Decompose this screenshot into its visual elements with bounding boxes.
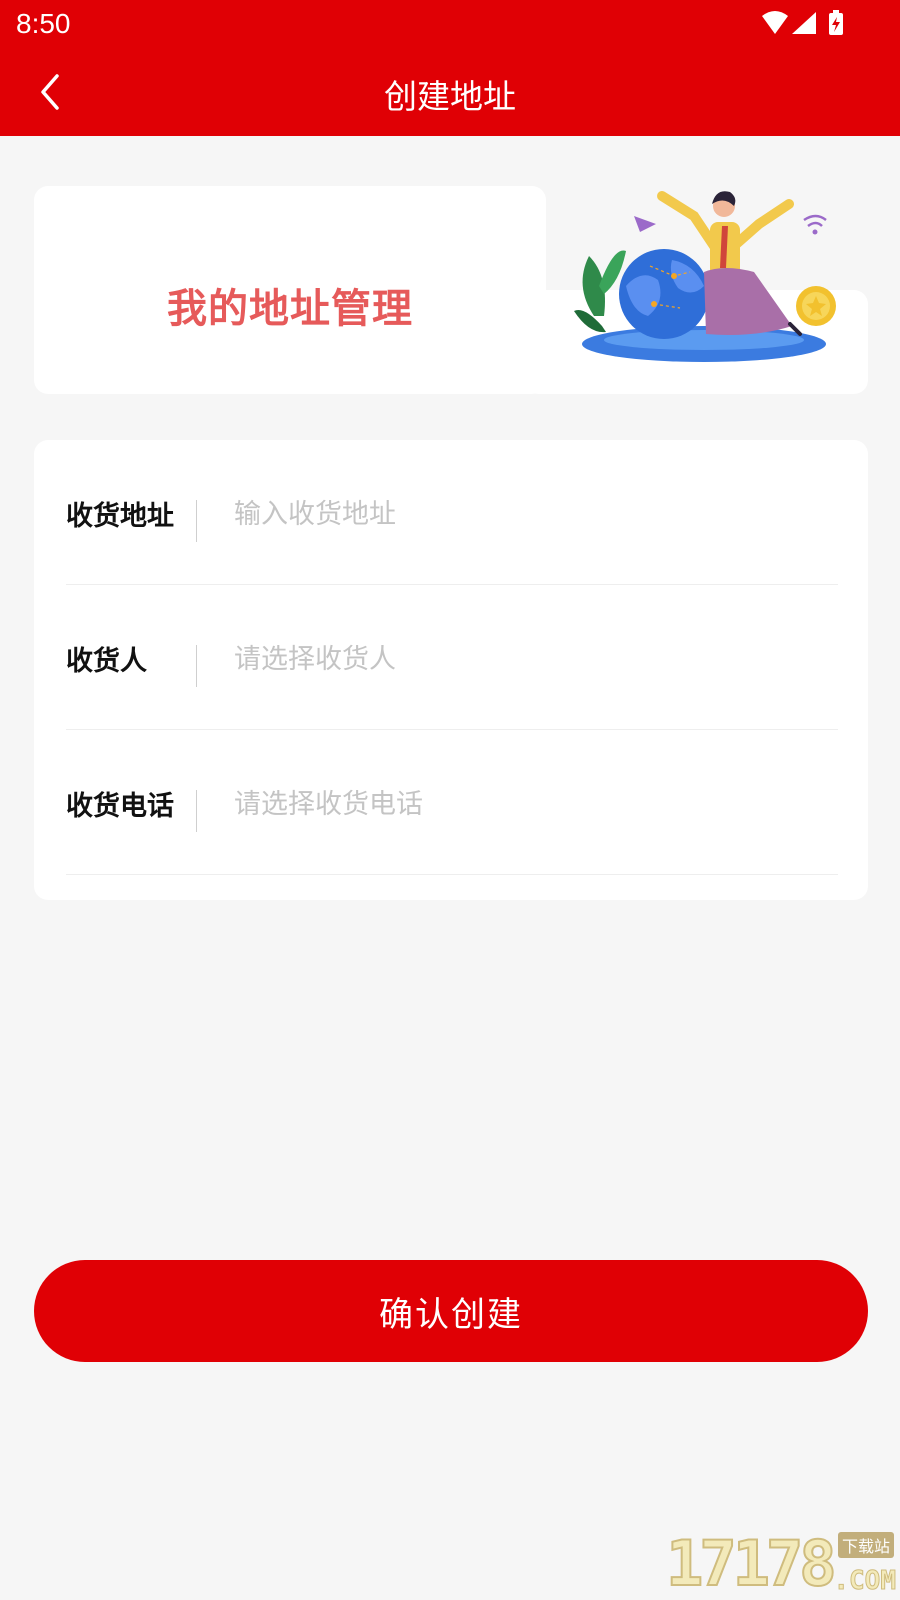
address-label: 收货地址 (66, 501, 174, 532)
phone-label: 收货电话 (66, 791, 174, 822)
recipient-input[interactable] (234, 637, 794, 681)
phone-input[interactable] (234, 782, 794, 826)
battery-charging-icon (829, 10, 843, 35)
label-divider (196, 500, 197, 542)
signal-icon (792, 12, 816, 34)
status-bar: 8:50 (0, 0, 900, 48)
wifi-icon (762, 11, 788, 34)
app-bar: 创建地址 (0, 48, 900, 136)
status-icons (762, 10, 843, 35)
watermark-digits: 17178 (665, 1526, 838, 1600)
address-banner: 我的地址管理 (34, 186, 868, 394)
confirm-create-button[interactable]: 确认创建 (34, 1260, 868, 1362)
watermark-tag: 下载站 (837, 1532, 894, 1558)
status-time: 8:50 (16, 8, 71, 39)
address-form: 收货地址 收货人 收货电话 (34, 440, 868, 900)
form-row-recipient: 收货人 (66, 585, 838, 730)
form-row-phone: 收货电话 (66, 730, 838, 875)
recipient-label: 收货人 (66, 646, 147, 677)
watermark-suffix: .COM (833, 1566, 897, 1597)
person-globe-illustration (574, 191, 836, 362)
address-input[interactable] (234, 492, 794, 536)
banner-title: 我的地址管理 (167, 286, 413, 332)
site-watermark: 17178 下载站 .COM (665, 1526, 897, 1600)
form-row-address: 收货地址 (66, 440, 838, 585)
page-title: 创建地址 (384, 77, 516, 116)
label-divider (196, 790, 197, 832)
label-divider (196, 645, 197, 687)
